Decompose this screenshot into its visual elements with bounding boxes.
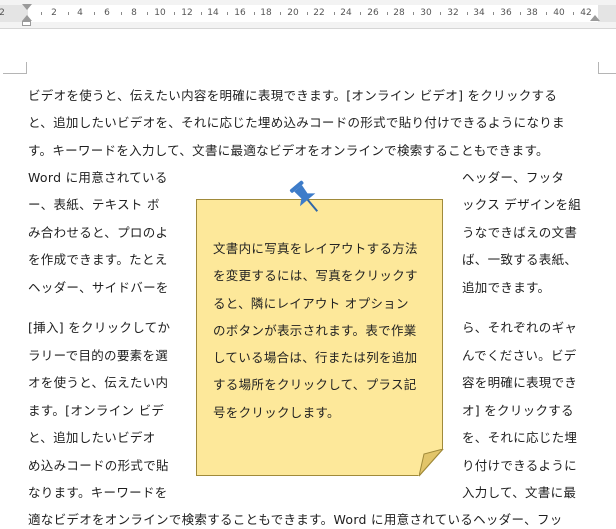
paragraph3-right-line-4: オ] をクリックする (462, 403, 574, 418)
ruler-tick (493, 12, 494, 15)
paragraph2-right-line-4: ば、一致する表紙、 (462, 252, 578, 267)
paragraph2-left-line-5: ヘッダー、サイドバーを (28, 280, 169, 295)
first-line-indent-marker[interactable] (22, 4, 32, 10)
paragraph3-right-line-3: 容を明確に表現でき (462, 375, 578, 390)
paragraph2-right-line-2: ックス デザインを組 (462, 197, 582, 212)
paragraph2-left-line-3: み合わせると、プロのよ (28, 225, 169, 240)
ruler-tick (307, 12, 308, 15)
note-line-5: している場合は、行または列を追加 (213, 350, 418, 366)
paragraph3-right-line-1: ら、それぞれのギャ (462, 320, 578, 335)
paragraph3-right-line-2: んでください。ビデ (462, 348, 577, 363)
ruler-number: 8 (131, 8, 137, 18)
paragraph3-right-line-6: り付けできるように (462, 458, 577, 473)
ruler-number: 38 (526, 8, 538, 18)
note-line-2: を変更するには、写真をクリックす (213, 268, 418, 284)
ruler-number: 22 (313, 8, 325, 18)
ruler-tick (573, 12, 574, 15)
ruler-tick (334, 12, 335, 15)
paragraph3-left-line-4: ます。[オンライン ビデ (28, 403, 165, 418)
ruler-number: 24 (340, 8, 352, 18)
ruler-number: 18 (260, 8, 272, 18)
sticky-note-text[interactable]: 文書内に写真をレイアウトする方法 を変更するには、写真をクリックす ると、隣にレ… (213, 235, 435, 426)
note-line-6: する場所をクリックして、プラス記 (213, 377, 417, 393)
ruler-number: 12 (181, 8, 193, 18)
paragraph3-left-line-3: オを使うと、伝えたい内 (28, 375, 169, 390)
right-indent-marker[interactable] (590, 15, 600, 21)
paragraph1-line-2: と、追加したいビデオを、それに応じた埋め込みコードの形式で貼り付けできるようにな… (28, 115, 565, 130)
ruler-band (0, 5, 616, 22)
paragraph2-left-line-4: を作成できます。たとえ (28, 252, 168, 267)
ruler-number: 40 (553, 8, 565, 18)
page-corner-mark-right (598, 62, 616, 74)
ruler-tick (440, 12, 441, 15)
last-line: 適なビデオをオンラインで検索することもできます。Word に用意されているヘッダ… (28, 512, 563, 527)
ruler-tick (467, 12, 468, 15)
ruler-tick (147, 12, 148, 15)
paragraph2-right-line-3: うなできばえの文書 (462, 225, 578, 240)
paragraph2-right-line-1: ヘッダー、フッタ (462, 170, 565, 185)
ruler-number: 34 (473, 8, 485, 18)
paragraph3-left-line-5: と、追加したいビデオ (28, 430, 156, 445)
paragraph3-left-line-1: [挿入] をクリックしてか (28, 320, 171, 335)
pushpin-icon (289, 180, 319, 212)
ruler-number: 16 (234, 8, 246, 18)
ruler-tick (413, 12, 414, 15)
ruler-tick (121, 12, 122, 15)
paragraph3-left-line-7: なります。キーワードを (28, 485, 168, 500)
ruler-number: 4 (77, 8, 83, 18)
ruler-number: 20 (287, 8, 299, 18)
ruler-number: 32 (447, 8, 459, 18)
paragraph1-line-3: す。キーワードを入力して、文書に最適なビデオをオンラインで検索することもできます… (28, 143, 549, 158)
ruler-tick (280, 12, 281, 15)
ruler-right-margin (598, 5, 616, 22)
paragraph2-left-line-2: ー、表紙、テキスト ボ (28, 197, 160, 212)
paragraph3-left-line-6: め込みコードの形式で貼 (28, 458, 169, 473)
horizontal-ruler[interactable]: 2 2 4 6 8 10 12 14 16 18 20 22 24 26 28 30 32 34 36 38 40 42 (0, 0, 616, 29)
ruler-number: 28 (393, 8, 405, 18)
ruler-number: 14 (207, 8, 219, 18)
ruler-number: 2 (0, 8, 5, 18)
note-line-1: 文書内に写真をレイアウトする方法 (213, 241, 418, 256)
ruler-tick (94, 12, 95, 15)
ruler-tick (201, 12, 202, 15)
ruler-number: 6 (104, 8, 110, 18)
paragraph2-left-line-1: Word に用意されている (28, 170, 168, 185)
page-corner-mark-left (3, 62, 27, 74)
ruler-number: 2 (51, 8, 57, 18)
ruler-number: 10 (154, 8, 166, 18)
ruler-tick (227, 12, 228, 15)
ruler-tick (254, 12, 255, 15)
ruler-tick (41, 12, 42, 15)
note-line-3: ると、隣にレイアウト オプション (213, 295, 409, 311)
paragraph3-right-line-7: 入力して、文書に最 (462, 485, 577, 500)
note-line-4: のボタンが表示されます。表で作業 (213, 322, 417, 338)
paragraph3-left-line-2: ラリーで目的の要素を選 (28, 348, 169, 363)
ruler-number: 26 (367, 8, 379, 18)
ruler-tick (174, 12, 175, 15)
ruler-number: 36 (500, 8, 512, 18)
paragraph2-right-line-5: 追加できます。 (462, 280, 551, 295)
ruler-tick (546, 12, 547, 15)
ruler-tick (68, 12, 69, 15)
ruler-tick (360, 12, 361, 15)
note-line-7: 号をクリックします。 (213, 404, 340, 420)
note-folded-corner (419, 449, 444, 477)
ruler-tick (520, 12, 521, 15)
left-indent-marker[interactable] (22, 21, 31, 26)
ruler-number: 30 (420, 8, 432, 18)
paragraph1-line-1: ビデオを使うと、伝えたい内容を明確に表現できます。[オンライン ビデオ] をクリ… (28, 88, 558, 103)
paragraph3-right-line-5: を、それに応じた埋 (462, 430, 578, 445)
ruler-tick (387, 12, 388, 15)
